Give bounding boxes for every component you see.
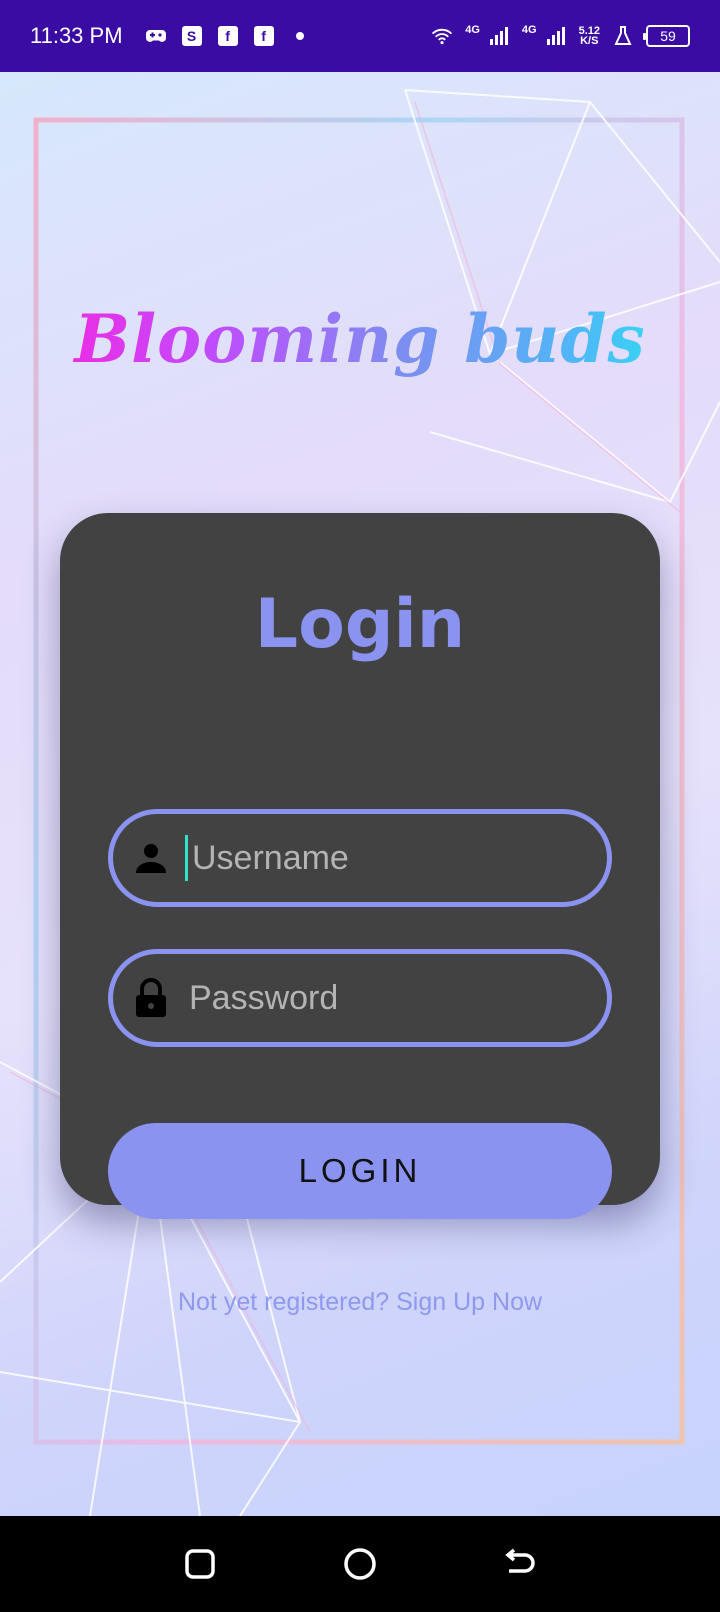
text-cursor — [185, 835, 188, 881]
network-speed: 5.12 K/S — [579, 26, 600, 47]
facebook-icon: f — [217, 25, 239, 47]
password-input[interactable] — [189, 978, 589, 1018]
password-field[interactable] — [108, 949, 612, 1047]
login-title: Login — [254, 585, 466, 664]
gamepad-icon — [145, 25, 167, 47]
username-input[interactable] — [192, 838, 592, 878]
battery-indicator: 59 — [643, 25, 690, 47]
signal-icon — [545, 25, 567, 47]
recents-button[interactable] — [176, 1540, 224, 1588]
lock-icon — [131, 978, 171, 1018]
status-bar: 11:33 PM S f f 4G 4G 5.12 K/S 59 — [0, 0, 720, 72]
login-button[interactable]: LOGIN — [108, 1123, 612, 1219]
back-button[interactable] — [496, 1540, 544, 1588]
signal-icon — [488, 25, 510, 47]
signup-link[interactable]: Not yet registered? Sign Up Now — [0, 1288, 720, 1317]
notification-icons: S f f — [145, 25, 311, 47]
speed-unit: K/S — [580, 35, 599, 47]
home-button[interactable] — [336, 1540, 384, 1588]
status-right: 4G 4G 5.12 K/S 59 — [431, 24, 690, 47]
navigation-bar — [0, 1516, 720, 1612]
network-label-2: 4G — [521, 24, 537, 36]
facebook-icon: f — [253, 25, 275, 47]
flask-icon — [612, 25, 634, 47]
app-background: Blooming buds Login LOGIN Not yet regist… — [0, 72, 720, 1516]
app-title: Blooming buds — [0, 300, 720, 378]
person-icon — [131, 838, 171, 878]
network-label-1: 4G — [465, 24, 480, 36]
username-field[interactable] — [108, 809, 612, 907]
login-card: Login LOGIN — [60, 513, 660, 1219]
notification-dot-icon — [289, 25, 311, 47]
status-time: 11:33 PM — [30, 23, 123, 48]
wifi-icon — [431, 25, 453, 47]
shopping-bag-icon: S — [181, 25, 203, 47]
